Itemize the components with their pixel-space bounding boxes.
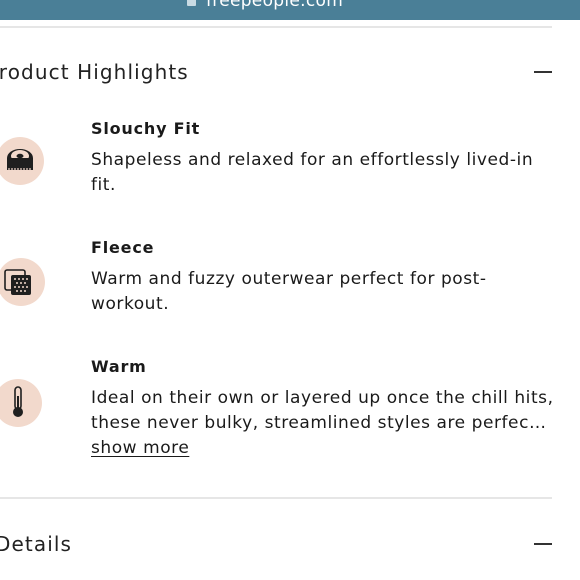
- url-text: freepeople.com: [206, 0, 344, 11]
- highlight-description-slouchy-fit: Shapeless and relaxed for an effortlessl…: [91, 150, 534, 195]
- highlight-description-warm: Ideal on their own or layered up once th…: [91, 386, 561, 461]
- thermometer-icon: [0, 379, 42, 427]
- highlight-description-fleece: Warm and fuzzy outerwear perfect for pos…: [91, 269, 487, 314]
- description-line: Ideal on their own or layered up once th…: [91, 388, 554, 408]
- collapse-minus-icon[interactable]: [534, 71, 552, 73]
- section-divider-top: [0, 26, 552, 28]
- highlight-title-fleece: Fleece: [91, 238, 155, 257]
- lock-icon: [187, 0, 196, 6]
- highlight-title-warm: Warm: [91, 357, 147, 376]
- section-divider-bottom: [0, 497, 552, 499]
- description-line-truncated: these never bulky, streamlined styles ar…: [91, 413, 549, 433]
- product-highlights-heading[interactable]: Product Highlights: [0, 60, 189, 84]
- measuring-tape-icon: [0, 137, 44, 185]
- browser-url-bar[interactable]: freepeople.com: [0, 0, 580, 20]
- highlight-title-slouchy-fit: Slouchy Fit: [91, 119, 201, 138]
- details-heading[interactable]: Details: [0, 532, 72, 556]
- collapse-minus-icon[interactable]: [534, 543, 552, 545]
- fleece-fabric-icon: [0, 258, 45, 306]
- show-more-link[interactable]: show more: [91, 436, 189, 461]
